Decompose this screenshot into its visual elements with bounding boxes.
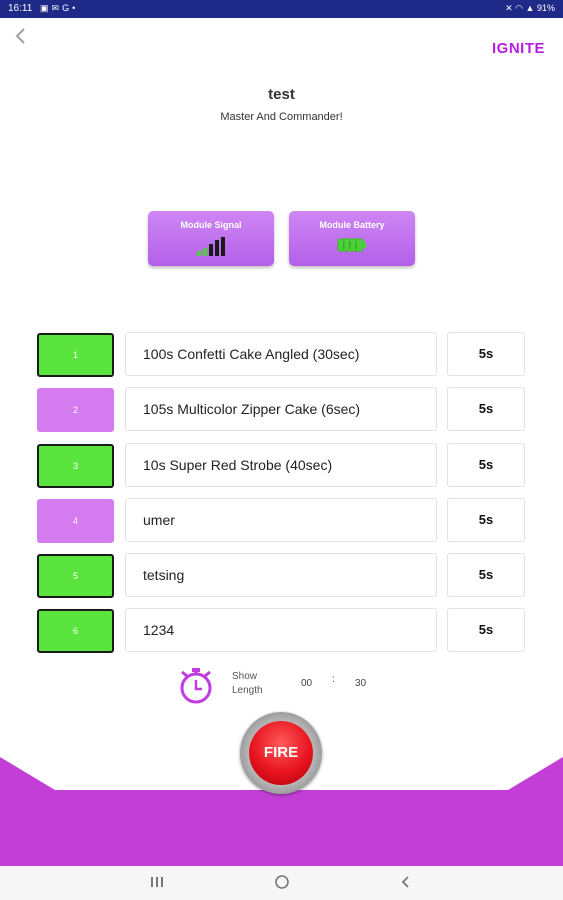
cue-row-5: 5 tetsing 5s (37, 553, 527, 599)
mute-icon: ✕ (505, 3, 513, 13)
cue-name-field[interactable]: umer (125, 498, 437, 542)
signal-bars-icon (197, 237, 225, 256)
notification-icons: ▣✉G• (40, 3, 78, 14)
cue-number-button[interactable]: 5 (37, 554, 114, 598)
cue-duration-field[interactable]: 5s (447, 498, 525, 542)
cue-duration-field[interactable]: 5s (447, 553, 525, 597)
module-battery-card[interactable]: Module Battery (289, 211, 415, 266)
cue-row-4: 4 umer 5s (37, 498, 527, 544)
brand-logo: IGNITE (491, 40, 545, 57)
home-icon[interactable] (274, 874, 290, 895)
time-separator: : (332, 674, 335, 685)
cue-name-field[interactable]: 1234 (125, 608, 437, 652)
cue-duration-field[interactable]: 5s (447, 443, 525, 487)
dot-icon: • (72, 3, 79, 13)
cue-row-6: 6 1234 5s (37, 608, 527, 654)
show-length: Show Length 00 : 30 (178, 666, 378, 706)
cue-row-1: 1 100s Confetti Cake Angled (30sec) 5s (37, 332, 527, 378)
cue-number-button[interactable]: 4 (37, 499, 114, 543)
status-time: 16:11 (8, 3, 33, 14)
module-signal-card[interactable]: Module Signal (148, 211, 274, 266)
show-length-seconds[interactable]: 30 (355, 678, 366, 689)
battery-icon (337, 238, 366, 252)
wifi-icon: ◠ (515, 3, 524, 13)
cue-number-button[interactable]: 3 (37, 444, 114, 488)
show-length-label-line2: Length (232, 685, 263, 696)
signal-icon: ▲ (525, 3, 535, 13)
cue-row-3: 3 10s Super Red Strobe (40sec) 5s (37, 443, 527, 489)
cue-row-2: 2 105s Multicolor Zipper Cake (6sec) 5s (37, 387, 527, 433)
cue-name-field[interactable]: 105s Multicolor Zipper Cake (6sec) (125, 387, 437, 431)
cue-name-field[interactable]: 100s Confetti Cake Angled (30sec) (125, 332, 437, 376)
fire-button[interactable]: FIRE (240, 712, 322, 794)
image-icon: ▣ (40, 3, 52, 13)
stopwatch-icon (180, 668, 212, 704)
battery-percent: 91% (536, 3, 555, 13)
chevron-left-icon (15, 28, 25, 44)
show-length-minutes[interactable]: 00 (301, 678, 312, 689)
show-length-label: Show Length (232, 670, 263, 698)
page-title: test (268, 86, 295, 103)
system-nav-bar (0, 866, 563, 900)
status-bar: 16:11 ▣✉G• ✕ ◠ ▲ 91% (0, 0, 563, 18)
mail-icon: ✉ (51, 3, 63, 13)
back-button[interactable] (10, 25, 32, 47)
cue-name-field[interactable]: 10s Super Red Strobe (40sec) (125, 443, 437, 487)
cue-duration-field[interactable]: 5s (447, 332, 525, 376)
module-signal-label: Module Signal (180, 220, 242, 230)
cue-name-field[interactable]: tetsing (125, 553, 437, 597)
cue-number-button[interactable]: 6 (37, 609, 114, 653)
cue-duration-field[interactable]: 5s (447, 387, 525, 431)
show-length-label-line1: Show (232, 671, 258, 682)
google-icon: G (62, 3, 73, 13)
status-right: ✕ ◠ ▲ 91% (505, 3, 555, 14)
cue-duration-field[interactable]: 5s (447, 608, 525, 652)
cue-number-button[interactable]: 2 (37, 388, 114, 432)
fire-button-label: FIRE (249, 721, 313, 785)
recent-apps-icon[interactable] (150, 874, 164, 895)
page-subtitle: Master And Commander! (220, 111, 343, 123)
nav-back-icon[interactable] (400, 874, 412, 895)
cue-number-button[interactable]: 1 (37, 333, 114, 377)
module-battery-label: Module Battery (319, 220, 385, 230)
